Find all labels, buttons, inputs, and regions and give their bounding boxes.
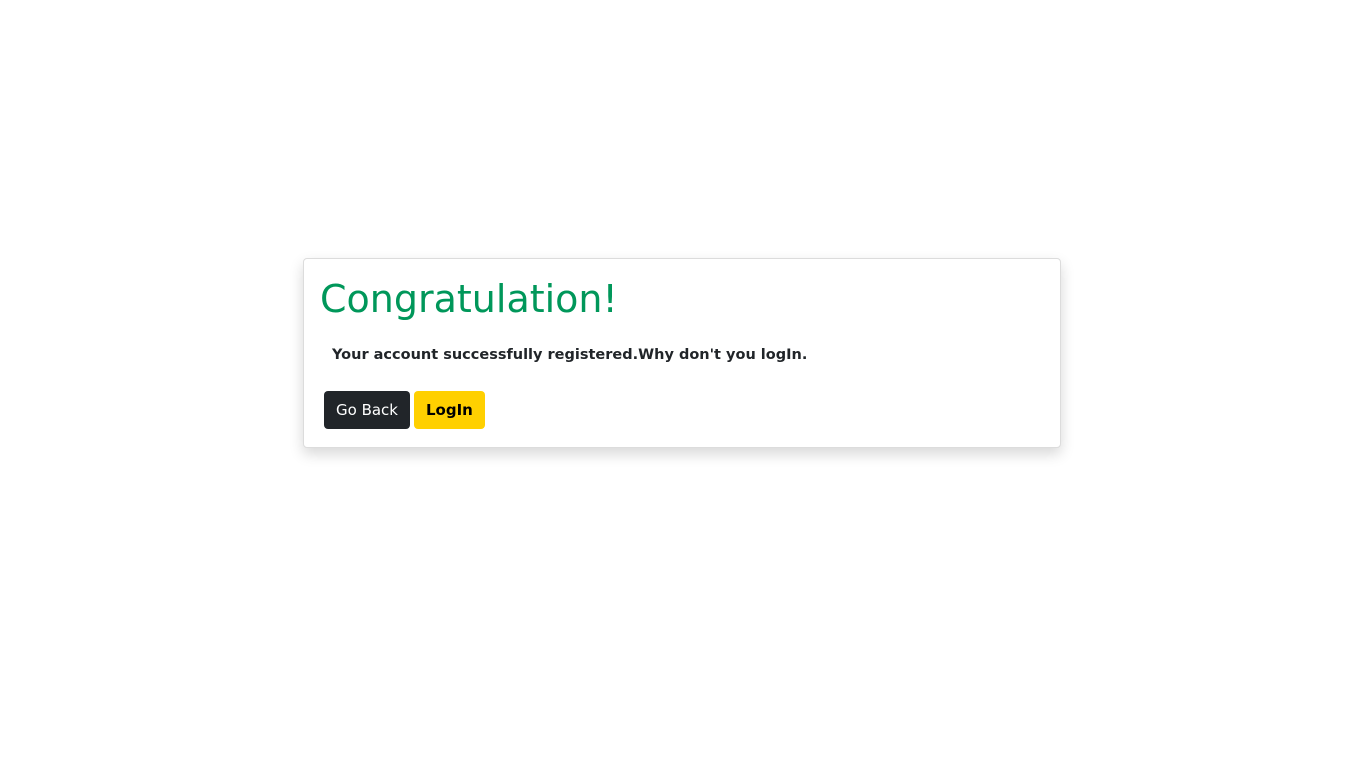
success-message: Your account successfully registered.Why… — [332, 347, 808, 363]
page-title: Congratulation! — [320, 277, 618, 321]
login-button[interactable]: LogIn — [414, 391, 485, 429]
action-buttons: Go Back LogIn — [324, 391, 485, 429]
go-back-button[interactable]: Go Back — [324, 391, 410, 429]
registration-success-card: Congratulation! Your account successfull… — [303, 258, 1061, 448]
